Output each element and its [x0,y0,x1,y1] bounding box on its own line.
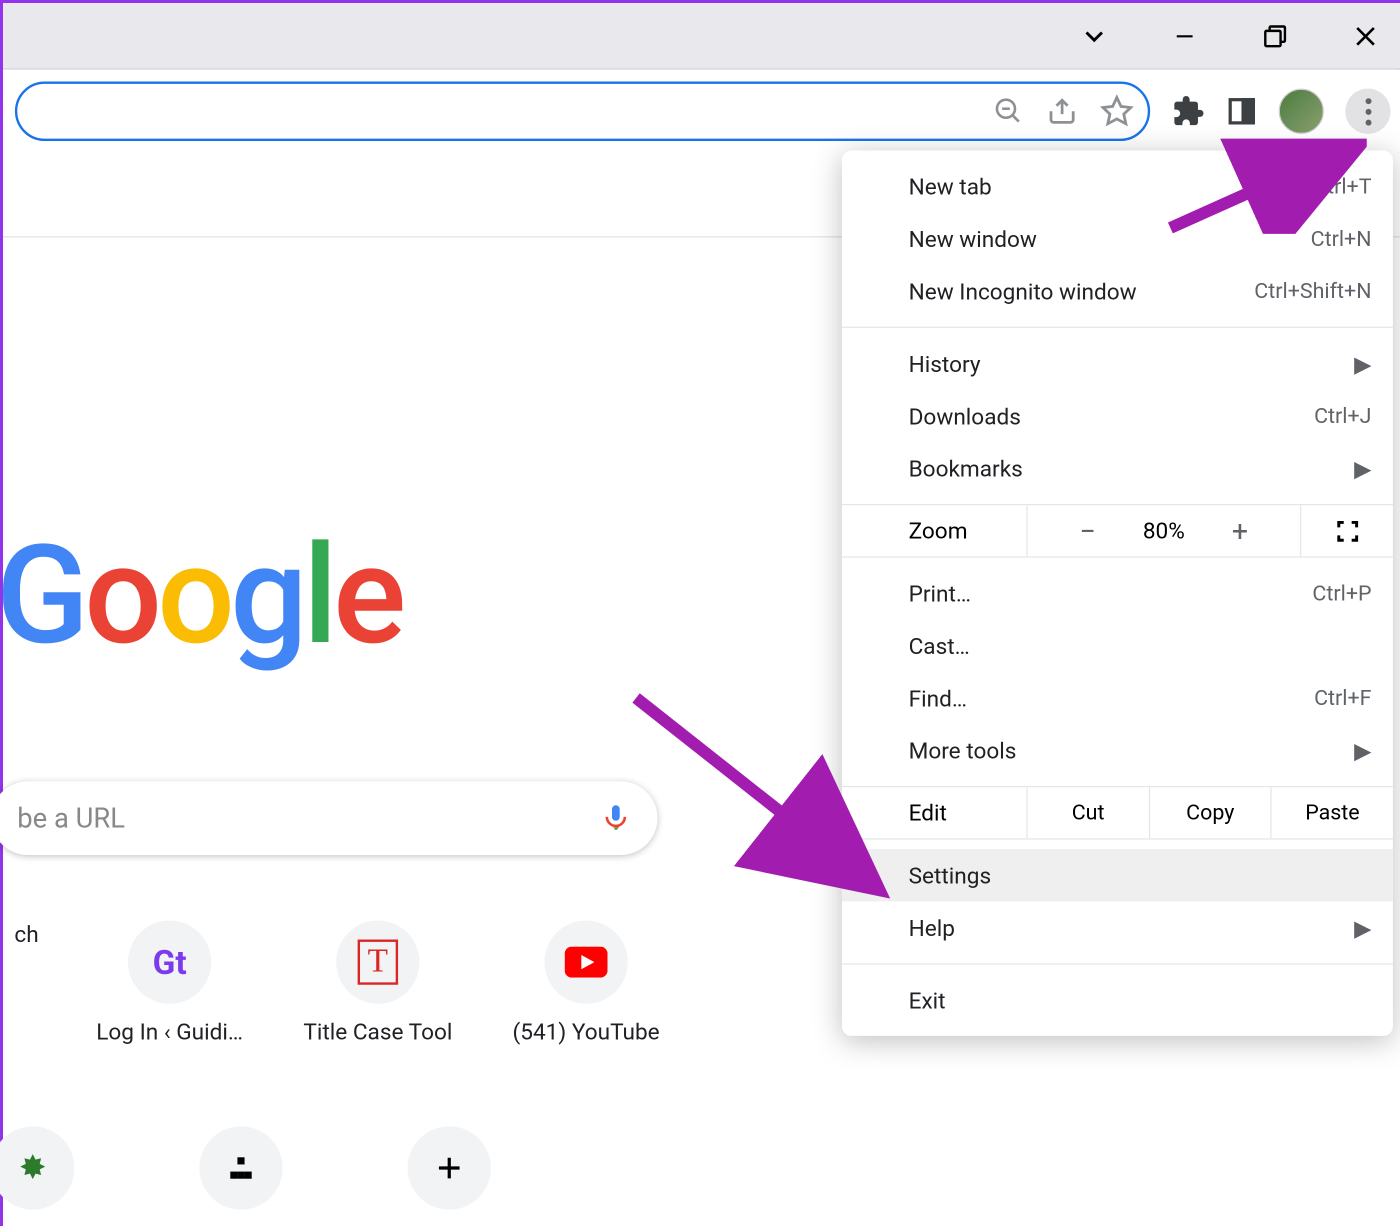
minimize-button[interactable] [1157,8,1212,63]
menu-more-tools[interactable]: More tools ▶ [842,724,1393,776]
star-icon[interactable] [1100,95,1133,128]
fullscreen-button[interactable] [1300,505,1393,556]
chrome-menu: New tab Ctrl+T New window Ctrl+N New Inc… [842,151,1393,1036]
menu-print[interactable]: Print… Ctrl+P [842,567,1393,619]
extensions-icon[interactable] [1172,95,1205,128]
window-titlebar [3,3,1400,70]
menu-history[interactable]: History ▶ [842,337,1393,389]
shortcut-tile[interactable] [0,1126,74,1209]
menu-downloads[interactable]: Downloads Ctrl+J [842,390,1393,442]
maximize-button[interactable] [1248,8,1303,63]
chevron-right-icon: ▶ [1354,350,1371,377]
address-bar[interactable] [15,82,1150,142]
shortcut-icon: Gt [128,920,211,1003]
zoom-value: 80% [1117,517,1210,544]
shortcut-tile[interactable] [199,1126,282,1209]
search-input[interactable]: be a URL [0,781,658,855]
google-logo: Google [0,516,402,677]
chevron-right-icon: ▶ [1354,737,1371,764]
shortcut-icon: T [336,920,419,1003]
edit-label: Edit [842,799,1026,826]
zoom-in-button[interactable]: + [1210,514,1270,547]
share-icon[interactable] [1045,95,1078,128]
more-menu-button[interactable] [1345,89,1390,134]
menu-exit[interactable]: Exit [842,974,1393,1026]
chevron-right-icon: ▶ [1354,914,1371,941]
shortcut-tile[interactable]: (541) YouTube [509,920,664,1045]
menu-help[interactable]: Help ▶ [842,901,1393,953]
menu-bookmarks[interactable]: Bookmarks ▶ [842,442,1393,494]
zoom-out-button[interactable]: − [1058,514,1118,547]
zoom-label: Zoom [842,517,1026,544]
shortcut-tile[interactable]: Gt Log In ‹ Guidi… [92,920,247,1045]
shortcut-tile[interactable]: ch [0,920,39,1045]
close-button[interactable] [1338,8,1393,63]
menu-new-window[interactable]: New window Ctrl+N [842,212,1393,264]
menu-find[interactable]: Find… Ctrl+F [842,672,1393,724]
cut-button[interactable]: Cut [1026,787,1148,838]
paste-button[interactable]: Paste [1271,787,1393,838]
menu-settings[interactable]: Settings [842,849,1393,901]
zoom-out-icon[interactable] [993,96,1024,127]
search-placeholder: be a URL [17,802,125,834]
microphone-icon[interactable] [600,803,631,834]
youtube-icon [544,920,627,1003]
browser-toolbar [3,70,1400,153]
menu-cast[interactable]: Cast… [842,619,1393,671]
add-shortcut-button[interactable] [408,1126,491,1209]
copy-button[interactable]: Copy [1149,787,1271,838]
profile-avatar[interactable] [1279,89,1324,134]
chevron-right-icon: ▶ [1354,455,1371,482]
chevron-down-icon[interactable] [1067,8,1122,63]
menu-new-incognito[interactable]: New Incognito window Ctrl+Shift+N [842,265,1393,317]
sidepanel-icon[interactable] [1226,96,1257,127]
menu-new-tab[interactable]: New tab Ctrl+T [842,160,1393,212]
shortcut-tile[interactable]: T Title Case Tool [301,920,456,1045]
